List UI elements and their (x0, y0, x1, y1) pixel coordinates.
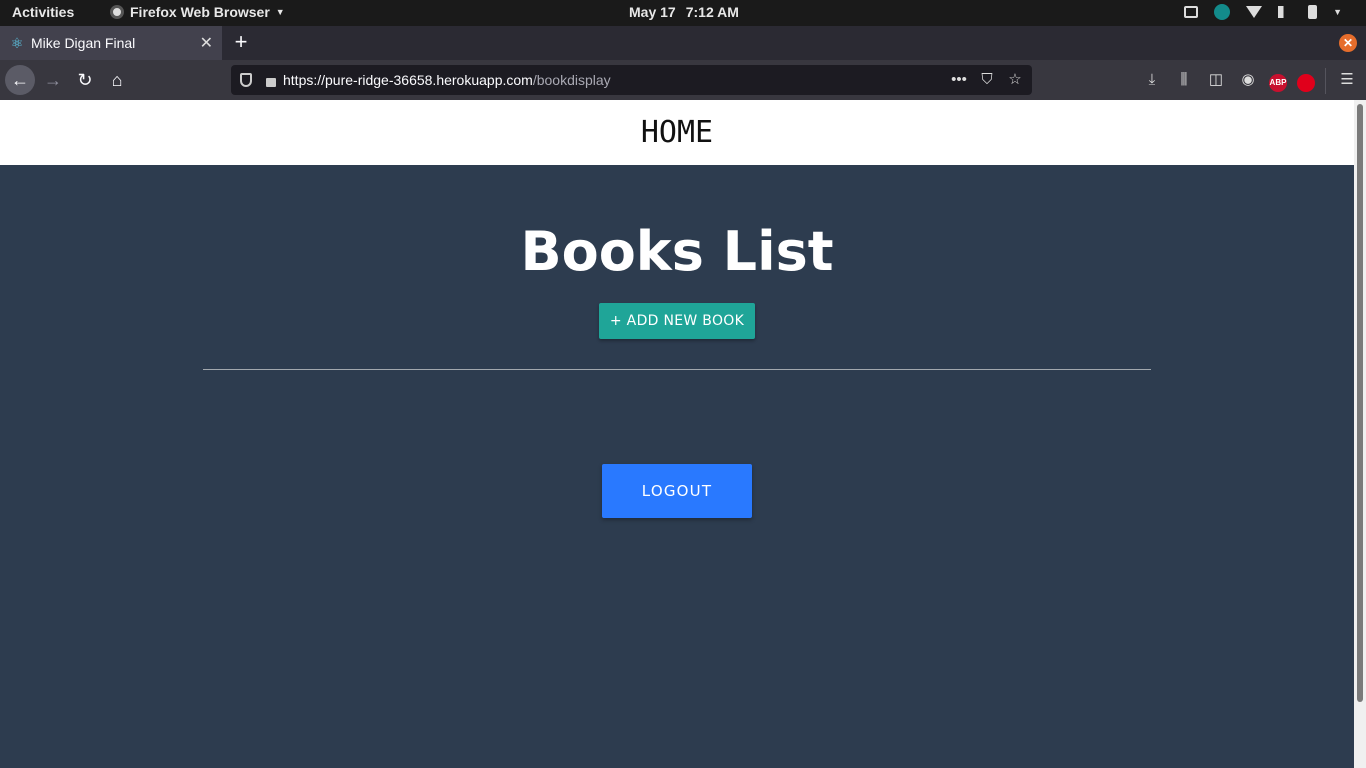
scrollbar[interactable] (1354, 100, 1366, 768)
bookmark-star-icon[interactable]: ☆ (1004, 69, 1026, 91)
shield-icon[interactable] (240, 73, 252, 87)
tab-active[interactable]: ⚛ Mike Digan Final ✕ (0, 26, 222, 60)
battery-icon[interactable] (1308, 5, 1318, 19)
pocket-icon[interactable]: ⛉ (976, 69, 998, 91)
toolbar-icons: ⤓ ⫼ ◫ ◉ ABP ☰ (1141, 65, 1358, 95)
back-button[interactable]: ← (5, 65, 35, 95)
clock-time: 7:12 AM (685, 4, 739, 20)
navigation-toolbar: ← → ↻ ⌂ https://pure-ridge-36658.herokua… (0, 60, 1366, 100)
chevron-down-icon[interactable]: ▼ (1333, 7, 1342, 17)
system-tray[interactable]: ▼ (1184, 4, 1342, 20)
wifi-icon[interactable] (1246, 6, 1263, 18)
url-bar[interactable]: https://pure-ridge-36658.herokuapp.com/b… (231, 65, 1032, 95)
logout-button[interactable]: LOGOUT (602, 464, 752, 518)
scrollbar-thumb[interactable] (1357, 104, 1363, 702)
toolbar-separator (1325, 68, 1326, 94)
home-link[interactable]: HOME (641, 115, 713, 150)
add-new-book-button[interactable]: + ADD NEW BOOK (599, 303, 755, 339)
react-icon: ⚛ (10, 35, 24, 51)
home-nav-bar: HOME (0, 100, 1354, 165)
app-menu[interactable]: Firefox Web Browser ▼ (110, 4, 285, 20)
menu-icon[interactable]: ☰ (1336, 65, 1358, 95)
url-text[interactable]: https://pure-ridge-36658.herokuapp.com/b… (283, 72, 948, 88)
blocker-extension-icon[interactable] (1297, 74, 1315, 92)
web-page: HOME Books List + ADD NEW BOOK LOGOUT (0, 100, 1354, 768)
url-host: https://pure-ridge-36658.herokuapp.com (283, 72, 533, 88)
sidebar-icon[interactable]: ◫ (1205, 65, 1227, 95)
home-button[interactable]: ⌂ (102, 65, 132, 95)
window-close-button[interactable]: ✕ (1339, 34, 1357, 52)
clock[interactable]: May 17 7:12 AM (629, 4, 739, 20)
page-title: Books List (520, 220, 834, 283)
activities-button[interactable]: Activities (12, 4, 74, 20)
tab-strip: ⚛ Mike Digan Final ✕ + ✕ (0, 26, 1366, 60)
lock-icon[interactable] (266, 77, 276, 87)
close-icon[interactable]: ✕ (200, 33, 213, 53)
chevron-down-icon: ▼ (275, 7, 285, 17)
firefox-icon (110, 5, 124, 19)
url-path: /bookdisplay (532, 72, 611, 88)
reload-button[interactable]: ↻ (70, 65, 100, 95)
window-switch-icon[interactable] (1184, 6, 1199, 18)
page-actions-icon[interactable]: ••• (948, 69, 970, 91)
library-icon[interactable]: ⫼ (1173, 65, 1195, 95)
clock-date: May 17 (629, 4, 676, 20)
new-tab-button[interactable]: + (230, 31, 252, 53)
system-top-bar: Activities Firefox Web Browser ▼ May 17 … (0, 0, 1366, 26)
app-indicator-icon[interactable] (1214, 4, 1231, 20)
divider (203, 369, 1151, 370)
forward-button[interactable]: → (38, 65, 68, 95)
account-icon[interactable]: ◉ (1237, 65, 1259, 95)
tab-title: Mike Digan Final (31, 35, 136, 51)
download-icon[interactable]: ⤓ (1141, 65, 1163, 95)
app-menu-label: Firefox Web Browser (130, 4, 270, 20)
volume-icon[interactable] (1278, 6, 1293, 18)
adblock-icon[interactable]: ABP (1269, 74, 1287, 92)
